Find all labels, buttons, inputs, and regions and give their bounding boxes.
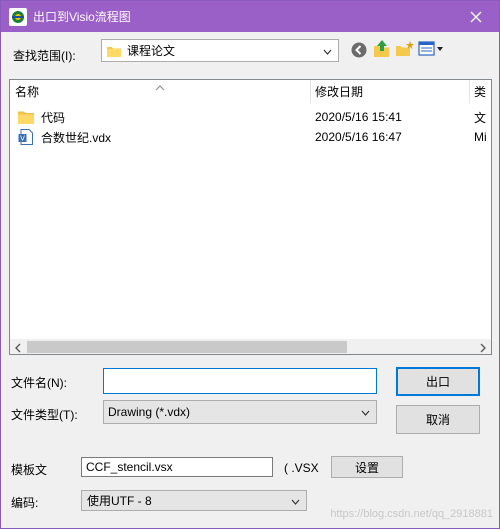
scroll-right-icon[interactable]: [479, 342, 487, 354]
template-label: 模板文: [11, 463, 48, 477]
file-type: 文: [474, 110, 487, 125]
template-input[interactable]: [81, 457, 273, 477]
folder-icon: [18, 110, 34, 124]
title-bar: 出口到Visio流程图: [1, 1, 499, 32]
file-name: 代码: [41, 110, 66, 125]
template-ext-label: ( .VSX: [284, 461, 319, 475]
close-button[interactable]: [453, 1, 499, 32]
sort-up-icon: [155, 80, 165, 94]
export-dialog: 出口到Visio流程图 查找范围(I): 课程论文 名称 修改日期 类 代码 2…: [0, 0, 500, 529]
lookin-label: 查找范围(I):: [13, 49, 76, 63]
column-header-type[interactable]: 类: [469, 80, 491, 103]
export-button[interactable]: 出口: [396, 367, 480, 396]
cancel-button[interactable]: 取消: [396, 405, 480, 434]
lookin-value: 课程论文: [127, 44, 176, 58]
horizontal-scrollbar[interactable]: [10, 339, 491, 354]
watermark: https://blog.csdn.net/qq_2918881: [330, 508, 493, 520]
app-icon: [9, 7, 27, 26]
chevron-down-icon: [361, 405, 370, 419]
column-header-date[interactable]: 修改日期: [310, 80, 470, 103]
filetype-select[interactable]: Drawing (*.vdx): [103, 400, 377, 424]
chevron-down-icon: [291, 494, 300, 508]
encoding-select[interactable]: 使用UTF - 8: [81, 490, 307, 511]
filetype-label: 文件类型(T):: [11, 408, 78, 422]
list-item[interactable]: V 合数世纪.vdx 2020/5/16 16:47 Mi: [10, 127, 491, 147]
scroll-left-icon[interactable]: [14, 342, 22, 354]
lookin-combo[interactable]: 课程论文: [101, 39, 339, 62]
file-date: 2020/5/16 15:41: [315, 110, 402, 124]
encoding-value: 使用UTF - 8: [87, 494, 152, 508]
file-name: 合数世纪.vdx: [41, 130, 112, 145]
settings-button[interactable]: 设置: [331, 456, 403, 478]
folder-icon: [107, 45, 121, 57]
view-menu-icon[interactable]: [418, 40, 444, 58]
filetype-value: Drawing (*.vdx): [108, 405, 191, 419]
back-icon[interactable]: [350, 41, 368, 59]
file-date: 2020/5/16 16:47: [315, 130, 402, 144]
new-folder-icon[interactable]: [396, 40, 414, 58]
chevron-down-icon: [323, 44, 332, 58]
svg-text:V: V: [20, 135, 25, 143]
filename-label: 文件名(N):: [11, 376, 67, 390]
up-folder-icon[interactable]: [373, 40, 391, 58]
filename-input[interactable]: [103, 368, 377, 394]
scrollbar-thumb[interactable]: [27, 341, 347, 353]
visio-file-icon: V: [18, 129, 34, 145]
list-item[interactable]: 代码 2020/5/16 15:41 文: [10, 107, 491, 127]
window-title: 出口到Visio流程图: [33, 10, 131, 24]
file-list[interactable]: 名称 修改日期 类 代码 2020/5/16 15:41 文 V 合数世纪.vd…: [9, 79, 492, 355]
encoding-label: 编码:: [11, 496, 39, 510]
close-icon: [470, 11, 482, 22]
file-type: Mi: [474, 130, 487, 144]
